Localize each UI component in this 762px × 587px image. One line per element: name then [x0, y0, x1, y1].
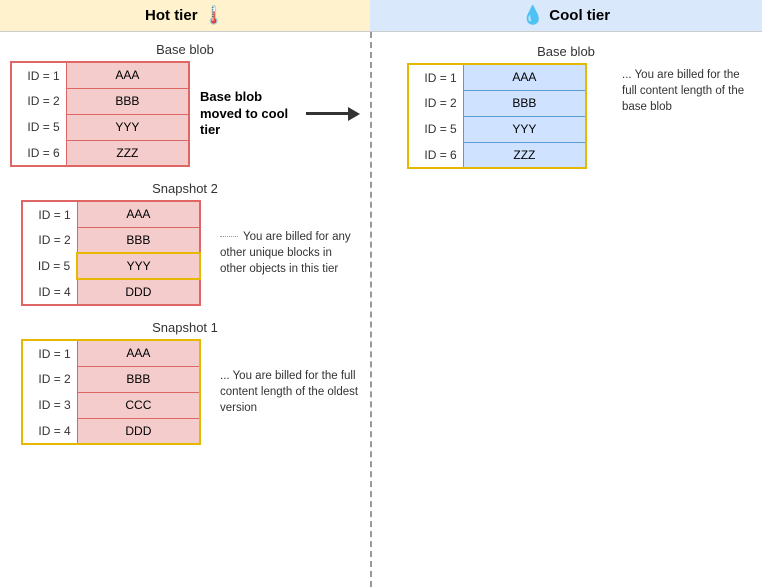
row-value: BBB [463, 90, 586, 116]
arrow-head [348, 107, 360, 121]
row-value: YYY [463, 116, 586, 142]
hot-tier-header: Hot tier 🌡️ [0, 0, 370, 32]
cool-tier-header: 💧 Cool tier [370, 0, 762, 32]
cool-base-blob-title: Base blob [380, 44, 752, 59]
cool-tier-label: Cool tier [549, 7, 610, 24]
table-row: ID = 4 DDD [22, 279, 200, 305]
row-id: ID = 2 [22, 366, 77, 392]
row-id: ID = 1 [11, 62, 66, 88]
row-id: ID = 6 [408, 142, 463, 168]
row-value: YYY [77, 253, 200, 279]
cool-base-annotation-text: ... You are billed for the full content … [622, 69, 744, 113]
table-row: ID = 2 BBB [408, 90, 586, 116]
row-value: ZZZ [463, 142, 586, 168]
table-row: ID = 4 DDD [22, 418, 200, 444]
cool-panel: Base blob ID = 1 AAA ID = 2 BBB ID = 5 Y… [370, 32, 762, 587]
row-id: ID = 5 [11, 114, 66, 140]
snapshot2-table: ID = 1 AAA ID = 2 BBB ID = 5 YYY ID = 4 … [21, 200, 201, 306]
table-row: ID = 5 YYY [408, 116, 586, 142]
snapshot2-title: Snapshot 2 [10, 181, 360, 196]
snowflake-icon: 💧 [522, 5, 544, 26]
snapshot2-annotation-text: You are billed for any other unique bloc… [220, 231, 351, 275]
row-value: BBB [77, 366, 200, 392]
table-row: ID = 2 BBB [22, 366, 200, 392]
table-row: ID = 5 YYY [22, 253, 200, 279]
arrow [306, 107, 360, 121]
arrow-shaft [306, 112, 348, 115]
table-row: ID = 1 AAA [408, 64, 586, 90]
row-id: ID = 4 [22, 418, 77, 444]
tier-divider [370, 32, 372, 587]
table-row: ID = 1 AAA [11, 62, 189, 88]
row-id: ID = 5 [408, 116, 463, 142]
snapshot2-group: Snapshot 2 ID = 1 AAA ID = 2 BBB ID = 5 … [10, 181, 360, 306]
row-id: ID = 2 [22, 227, 77, 253]
row-id: ID = 2 [408, 90, 463, 116]
snapshot1-table: ID = 1 AAA ID = 2 BBB ID = 3 CCC ID = 4 … [21, 339, 201, 445]
table-row: ID = 6 ZZZ [11, 140, 189, 166]
row-value: BBB [77, 227, 200, 253]
row-id: ID = 2 [11, 88, 66, 114]
row-id: ID = 1 [22, 201, 77, 227]
snapshot2-annotation: You are billed for any other unique bloc… [220, 229, 360, 277]
cool-base-blob-group: Base blob ID = 1 AAA ID = 2 BBB ID = 5 Y… [380, 44, 752, 169]
snapshot1-group: Snapshot 1 ID = 1 AAA ID = 2 BBB ID = 3 … [10, 320, 360, 445]
row-value: DDD [77, 279, 200, 305]
hot-base-blob-group: Base blob ID = 1 AAA ID = 2 BBB ID = 5 [10, 42, 360, 167]
row-id: ID = 4 [22, 279, 77, 305]
row-value: AAA [66, 62, 189, 88]
thermometer-icon: 🌡️ [203, 5, 225, 26]
row-id: ID = 3 [22, 392, 77, 418]
move-label: Base blob moved to cool tier [200, 89, 298, 140]
table-row: ID = 2 BBB [11, 88, 189, 114]
snapshot1-annotation-text: ... You are billed for the full content … [220, 370, 358, 414]
row-value: AAA [77, 340, 200, 366]
row-id: ID = 1 [408, 64, 463, 90]
row-value: AAA [77, 201, 200, 227]
hot-panel: Base blob ID = 1 AAA ID = 2 BBB ID = 5 [0, 32, 370, 587]
table-row: ID = 6 ZZZ [408, 142, 586, 168]
table-row: ID = 1 AAA [22, 340, 200, 366]
table-row: ID = 1 AAA [22, 201, 200, 227]
header: Hot tier 🌡️ 💧 Cool tier [0, 0, 762, 32]
main-content: Base blob ID = 1 AAA ID = 2 BBB ID = 5 [0, 32, 762, 587]
row-value: BBB [66, 88, 189, 114]
row-id: ID = 1 [22, 340, 77, 366]
cool-base-annotation: ... You are billed for the full content … [622, 67, 752, 115]
hot-tier-label: Hot tier [145, 7, 198, 24]
hot-base-blob-table: ID = 1 AAA ID = 2 BBB ID = 5 YYY ID = [10, 61, 190, 167]
table-row: ID = 2 BBB [22, 227, 200, 253]
row-id: ID = 5 [22, 253, 77, 279]
table-row: ID = 5 YYY [11, 114, 189, 140]
snapshot1-annotation: ... You are billed for the full content … [220, 368, 360, 416]
row-value: DDD [77, 418, 200, 444]
row-id: ID = 6 [11, 140, 66, 166]
snapshot1-title: Snapshot 1 [10, 320, 360, 335]
row-value: CCC [77, 392, 200, 418]
table-row: ID = 3 CCC [22, 392, 200, 418]
move-arrow-container: Base blob moved to cool tier [200, 89, 360, 140]
row-value: YYY [66, 114, 189, 140]
hot-base-blob-title: Base blob [10, 42, 360, 57]
cool-base-blob-table: ID = 1 AAA ID = 2 BBB ID = 5 YYY ID = 6 … [407, 63, 587, 169]
row-value: ZZZ [66, 140, 189, 166]
row-value: AAA [463, 64, 586, 90]
